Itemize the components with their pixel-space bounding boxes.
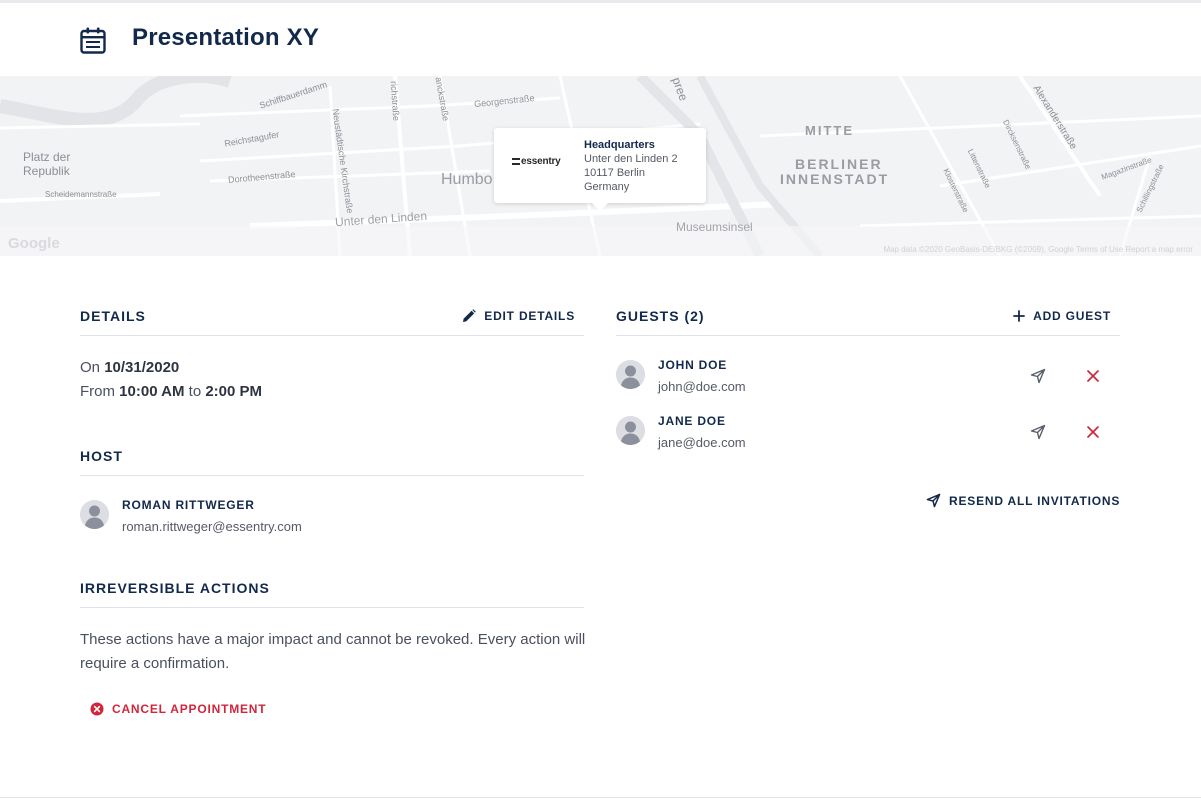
remove-guest-button[interactable] bbox=[1082, 365, 1104, 387]
date-value: 10/31/2020 bbox=[104, 359, 180, 376]
map-label: Republik bbox=[23, 164, 70, 178]
page-header: Presentation XY bbox=[0, 0, 1201, 76]
cancel-circle-icon bbox=[90, 702, 104, 716]
close-icon bbox=[1087, 426, 1099, 438]
calendar-icon bbox=[80, 27, 106, 54]
guest-entry: JANE DOE jane@doe.com bbox=[616, 414, 916, 454]
map-label: Humbo bbox=[441, 171, 493, 188]
address-line: Unter den Linden 2 bbox=[584, 153, 678, 165]
send-icon bbox=[1030, 368, 1046, 384]
edit-details-label: EDIT DETAILS bbox=[484, 309, 575, 323]
plus-icon bbox=[1013, 310, 1026, 322]
resend-all-invitations-button[interactable]: RESEND ALL INVITATIONS bbox=[926, 493, 1120, 508]
end-time: 2:00 PM bbox=[205, 383, 263, 400]
map-label: Museumsinsel bbox=[676, 220, 753, 234]
guest-email: jane@doe.com bbox=[658, 435, 746, 450]
guest-name: JOHN DOE bbox=[658, 358, 728, 372]
map-label: INNENSTADT bbox=[780, 171, 890, 187]
company-logo: essentry bbox=[512, 156, 561, 167]
appointment-time: From 10:00 AM to 2:00 PM bbox=[80, 383, 263, 400]
host-entry: ROMAN RITTWEGER roman.rittweger@essentry… bbox=[80, 498, 380, 538]
map-label: BERLINER bbox=[795, 156, 883, 172]
irreversible-section-header: IRREVERSIBLE ACTIONS bbox=[80, 580, 584, 608]
details-title: DETAILS bbox=[80, 308, 146, 324]
host-email: roman.rittweger@essentry.com bbox=[122, 519, 302, 534]
add-guest-button[interactable]: ADD GUEST bbox=[1013, 309, 1111, 323]
avatar bbox=[80, 500, 109, 529]
address-line: Germany bbox=[584, 181, 630, 193]
pencil-icon bbox=[463, 309, 477, 322]
user-icon bbox=[616, 360, 645, 389]
add-guest-label: ADD GUEST bbox=[1033, 309, 1111, 323]
map-label: MITTE bbox=[805, 123, 854, 138]
host-section-header: HOST bbox=[80, 448, 584, 476]
resend-all-label: RESEND ALL INVITATIONS bbox=[949, 493, 1121, 508]
irreversible-description: These actions have a major impact and ca… bbox=[80, 631, 586, 672]
close-icon bbox=[1087, 370, 1099, 382]
user-icon bbox=[80, 500, 109, 529]
guest-email: john@doe.com bbox=[658, 379, 746, 394]
guest-name: JANE DOE bbox=[658, 414, 726, 428]
cancel-appointment-button[interactable]: CANCEL APPOINTMENT bbox=[90, 702, 266, 716]
avatar bbox=[616, 360, 645, 389]
map-attribution[interactable]: Map data ©2020 GeoBasis-DE/BKG (©2009), … bbox=[883, 245, 1193, 254]
user-icon bbox=[616, 416, 645, 445]
guests-section-header: GUESTS (2) ADD GUEST bbox=[616, 308, 1120, 336]
location-map[interactable]: Schiffbauerdamm Platz der Republik Schei… bbox=[0, 76, 1201, 256]
avatar bbox=[616, 416, 645, 445]
details-section-header: DETAILS EDIT DETAILS bbox=[80, 308, 584, 336]
map-label: Platz der bbox=[23, 150, 71, 164]
google-logo: Google bbox=[8, 235, 60, 252]
send-icon bbox=[1030, 424, 1046, 440]
remove-guest-button[interactable] bbox=[1082, 421, 1104, 443]
host-title: HOST bbox=[80, 448, 123, 464]
appointment-date: On 10/31/2020 bbox=[80, 359, 180, 376]
edit-details-button[interactable]: EDIT DETAILS bbox=[462, 309, 575, 323]
page-title: Presentation XY bbox=[132, 24, 320, 51]
guest-entry: JOHN DOE john@doe.com bbox=[616, 358, 916, 398]
map-label: Scheidemannstraße bbox=[45, 190, 117, 199]
irreversible-title: IRREVERSIBLE ACTIONS bbox=[80, 580, 270, 596]
send-icon bbox=[926, 493, 941, 508]
start-time: 10:00 AM bbox=[119, 383, 185, 400]
location-name: Headquarters bbox=[584, 139, 655, 151]
guests-title: GUESTS (2) bbox=[616, 308, 705, 324]
host-name: ROMAN RITTWEGER bbox=[122, 498, 255, 512]
cancel-appointment-label: CANCEL APPOINTMENT bbox=[112, 702, 267, 716]
address-line: 10117 Berlin bbox=[584, 167, 645, 179]
location-popup: essentry Headquarters Unter den Linden 2… bbox=[494, 128, 706, 211]
send-invitation-button[interactable] bbox=[1027, 421, 1049, 443]
send-invitation-button[interactable] bbox=[1027, 365, 1049, 387]
